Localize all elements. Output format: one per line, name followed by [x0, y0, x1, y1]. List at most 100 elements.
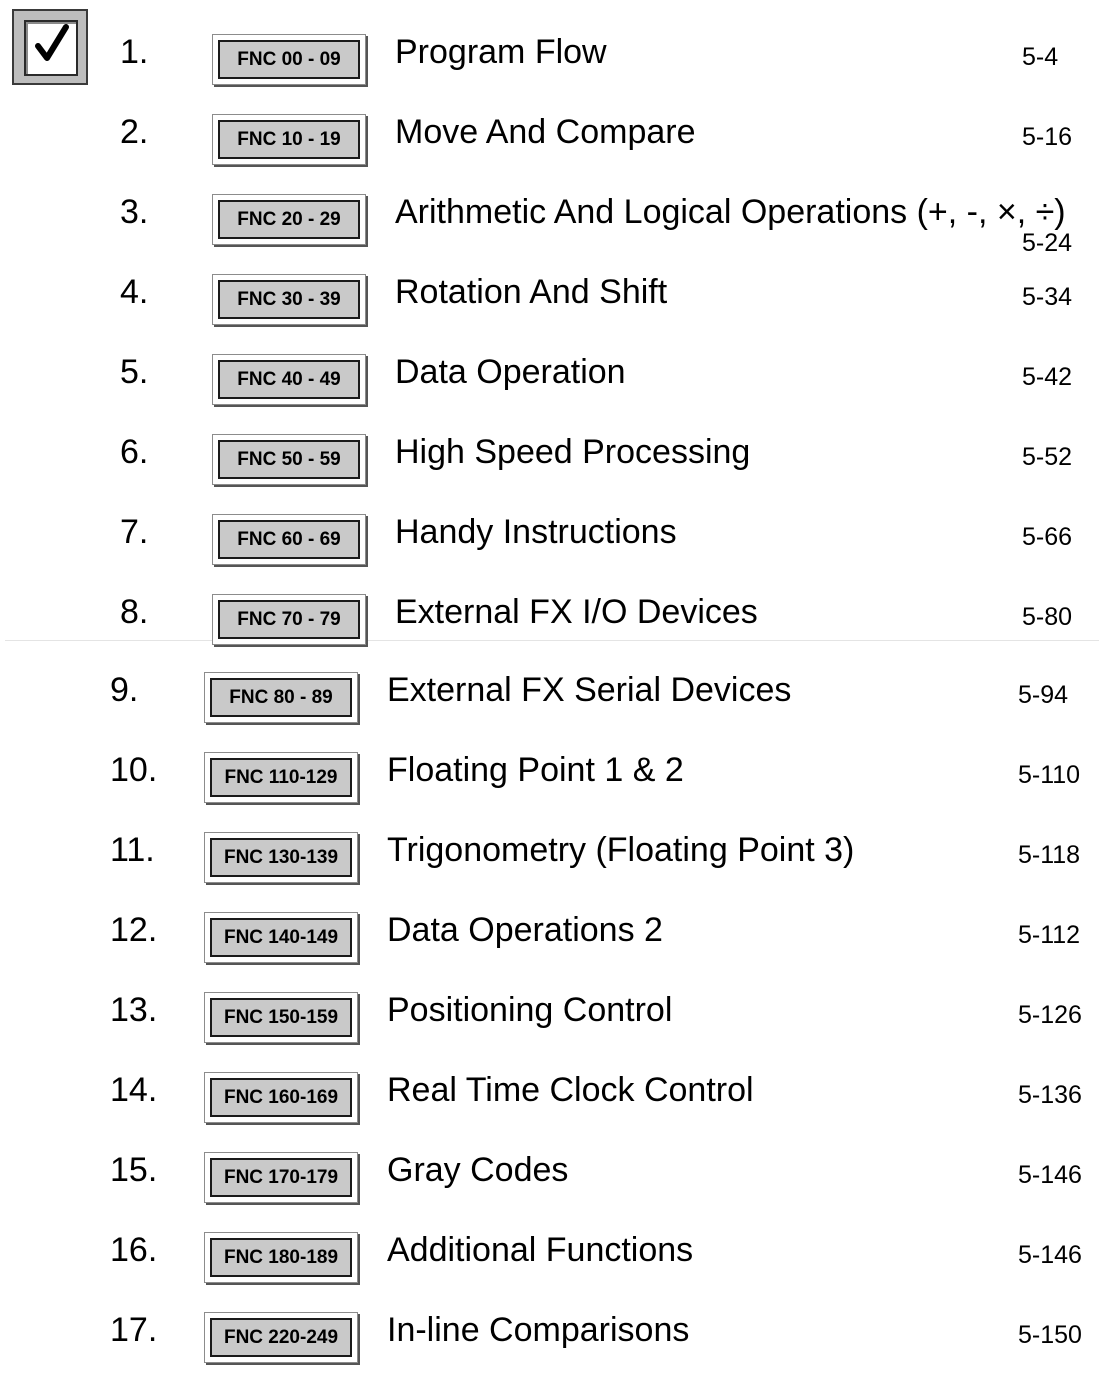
fnc-range-label: FNC 30 - 39	[218, 280, 360, 319]
fnc-range-label: FNC 130-139	[210, 838, 352, 877]
contents-row[interactable]: 15. FNC 170-179 Gray Codes 5-146	[0, 1150, 1099, 1230]
fnc-range-button[interactable]: FNC 110-129	[204, 752, 358, 803]
page-number: 5-34	[1022, 283, 1073, 311]
contents-row[interactable]: 11. FNC 130-139 Trigonometry (Floating Poi…	[0, 830, 1099, 910]
section-number: 8.	[120, 593, 149, 631]
section-title[interactable]: Move And Compare	[395, 112, 696, 152]
contents-row[interactable]: 16. FNC 180-189 Additional Functions 5-146	[0, 1230, 1099, 1310]
section-number: 1.	[120, 33, 149, 71]
page-number: 5-42	[1022, 363, 1073, 391]
page-number: 5-150	[1018, 1321, 1082, 1349]
fnc-range-label: FNC 50 - 59	[218, 440, 360, 479]
fnc-range-button[interactable]: FNC 140-149	[204, 912, 358, 963]
contents-list: 1. FNC 00 - 09 Program Flow 5-4 2. FNC 10 - 1…	[0, 0, 1099, 1363]
fnc-range-label: FNC 00 - 09	[218, 40, 360, 79]
contents-row[interactable]: 17. FNC 220-249 In-line Comparisons 5-150	[0, 1310, 1099, 1390]
fnc-range-label: FNC 10 - 19	[218, 120, 360, 159]
contents-row[interactable]: 9. FNC 80 - 89 External FX Serial Devices 5…	[0, 670, 1099, 750]
fnc-range-button[interactable]: FNC 220-249	[204, 1312, 358, 1363]
fnc-range-button[interactable]: FNC 50 - 59	[212, 434, 366, 485]
section-title[interactable]: Data Operation	[395, 352, 626, 392]
contents-row[interactable]: 3. FNC 20 - 29 Arithmetic And Logical Oper…	[0, 192, 1099, 272]
fnc-range-button[interactable]: FNC 60 - 69	[212, 514, 366, 565]
section-title[interactable]: Program Flow	[395, 32, 607, 72]
fnc-range-label: FNC 180-189	[210, 1238, 352, 1277]
section-title[interactable]: Real Time Clock Control	[387, 1070, 754, 1110]
fnc-range-button[interactable]: FNC 10 - 19	[212, 114, 366, 165]
fnc-range-button[interactable]: FNC 20 - 29	[212, 194, 366, 245]
fnc-range-label: FNC 70 - 79	[218, 600, 360, 639]
contents-row[interactable]: 1. FNC 00 - 09 Program Flow 5-4	[0, 32, 1099, 112]
fnc-range-button[interactable]: FNC 40 - 49	[212, 354, 366, 405]
section-number: 16.	[110, 1231, 158, 1269]
section-title[interactable]: Arithmetic And Logical Operations (+, -,…	[395, 192, 1066, 232]
fnc-range-button[interactable]: FNC 150-159	[204, 992, 358, 1043]
fnc-range-button[interactable]: FNC 30 - 39	[212, 274, 366, 325]
page-number: 5-110	[1018, 761, 1081, 789]
page-number: 5-136	[1018, 1081, 1082, 1109]
contents-row[interactable]: 5. FNC 40 - 49 Data Operation 5-42	[0, 352, 1099, 432]
section-number: 12.	[110, 911, 158, 949]
section-title[interactable]: Rotation And Shift	[395, 272, 667, 312]
fnc-range-button[interactable]: FNC 80 - 89	[204, 672, 358, 723]
section-title[interactable]: External FX I/O Devices	[395, 592, 758, 632]
fnc-range-button[interactable]: FNC 170-179	[204, 1152, 358, 1203]
section-number: 2.	[120, 113, 149, 151]
page-number: 5-146	[1018, 1161, 1082, 1189]
section-title[interactable]: Trigonometry (Floating Point 3)	[387, 830, 854, 870]
section-title[interactable]: Handy Instructions	[395, 512, 677, 552]
section-number: 14.	[110, 1071, 158, 1109]
fnc-range-button[interactable]: FNC 70 - 79	[212, 594, 366, 645]
fnc-range-label: FNC 170-179	[210, 1158, 352, 1197]
page-number: 5-24	[1022, 229, 1073, 257]
page-number: 5-80	[1022, 603, 1073, 631]
fnc-range-label: FNC 220-249	[210, 1318, 352, 1357]
section-title[interactable]: High Speed Processing	[395, 432, 750, 472]
page-number: 5-52	[1022, 443, 1073, 471]
fnc-range-button[interactable]: FNC 180-189	[204, 1232, 358, 1283]
section-title[interactable]: Positioning Control	[387, 990, 672, 1030]
fnc-range-label: FNC 20 - 29	[218, 200, 360, 239]
section-title[interactable]: Data Operations 2	[387, 910, 663, 950]
section-number: 7.	[120, 513, 149, 551]
page-number: 5-66	[1022, 523, 1073, 551]
section-number: 4.	[120, 273, 149, 311]
fnc-range-label: FNC 160-169	[210, 1078, 352, 1117]
fnc-range-label: FNC 110-129	[210, 758, 352, 797]
fnc-range-label: FNC 150-159	[210, 998, 352, 1037]
fnc-range-label: FNC 140-149	[210, 918, 352, 957]
section-number: 5.	[120, 353, 149, 391]
contents-row[interactable]: 10. FNC 110-129 Floating Point 1 & 2 5-110	[0, 750, 1099, 830]
fnc-range-label: FNC 60 - 69	[218, 520, 360, 559]
section-number: 11.	[110, 831, 155, 869]
page-number: 5-112	[1018, 921, 1081, 949]
section-number: 10.	[110, 751, 158, 789]
section-title[interactable]: In-line Comparisons	[387, 1310, 689, 1350]
contents-row[interactable]: 8. FNC 70 - 79 External FX I/O Devices 5-80	[0, 592, 1099, 672]
page-number: 5-118	[1018, 841, 1081, 869]
contents-row[interactable]: 12. FNC 140-149 Data Operations 2 5-112	[0, 910, 1099, 990]
fnc-range-button[interactable]: FNC 130-139	[204, 832, 358, 883]
section-number: 13.	[110, 991, 158, 1029]
fnc-range-label: FNC 80 - 89	[210, 678, 352, 717]
fnc-range-button[interactable]: FNC 160-169	[204, 1072, 358, 1123]
section-title[interactable]: Gray Codes	[387, 1150, 568, 1190]
section-title[interactable]: Additional Functions	[387, 1230, 693, 1270]
section-number: 6.	[120, 433, 149, 471]
contents-row[interactable]: 14. FNC 160-169 Real Time Clock Control 5-1…	[0, 1070, 1099, 1150]
fnc-range-label: FNC 40 - 49	[218, 360, 360, 399]
fnc-range-button[interactable]: FNC 00 - 09	[212, 34, 366, 85]
section-number: 15.	[110, 1151, 158, 1189]
contents-row[interactable]: 6. FNC 50 - 59 High Speed Processing 5-52	[0, 432, 1099, 512]
contents-row[interactable]: 2. FNC 10 - 19 Move And Compare 5-16	[0, 112, 1099, 192]
section-number: 3.	[120, 193, 149, 231]
contents-row[interactable]: 13. FNC 150-159 Positioning Control 5-126	[0, 990, 1099, 1070]
section-title[interactable]: Floating Point 1 & 2	[387, 750, 684, 790]
section-number: 9.	[110, 671, 139, 709]
contents-row[interactable]: 4. FNC 30 - 39 Rotation And Shift 5-34	[0, 272, 1099, 352]
page-number: 5-94	[1018, 681, 1069, 709]
contents-row[interactable]: 7. FNC 60 - 69 Handy Instructions 5-66	[0, 512, 1099, 592]
page-number: 5-16	[1022, 123, 1073, 151]
section-title[interactable]: External FX Serial Devices	[387, 670, 791, 710]
section-number: 17.	[110, 1311, 158, 1349]
